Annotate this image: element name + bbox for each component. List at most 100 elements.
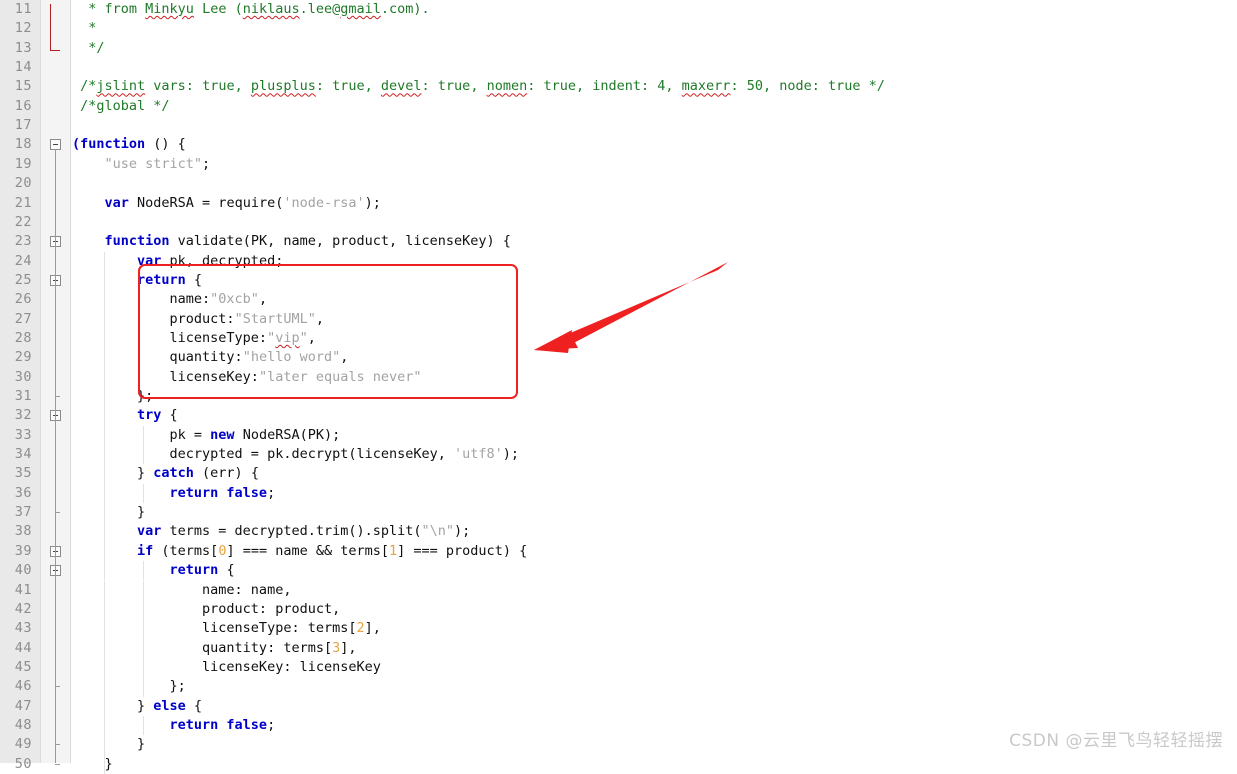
line-number: 31 xyxy=(14,388,32,404)
code-line[interactable]: 39 if (terms[0] === name && terms[1] ===… xyxy=(0,542,1237,561)
code-token: }; xyxy=(72,388,154,404)
code-line[interactable]: 11 * from Minkyu Lee (niklaus.lee@gmail.… xyxy=(0,0,1237,19)
code-token: * xyxy=(72,20,97,37)
code-line[interactable]: 41 name: name, xyxy=(0,581,1237,600)
code-line[interactable]: 37 } xyxy=(0,503,1237,522)
code-editor[interactable]: 11 * from Minkyu Lee (niklaus.lee@gmail.… xyxy=(0,0,1237,774)
code-text: decrypted = pk.decrypt(licenseKey, 'utf8… xyxy=(72,445,520,464)
code-line[interactable]: 25 return { xyxy=(0,271,1237,290)
code-line[interactable]: 42 product: product, xyxy=(0,600,1237,619)
code-lines-container[interactable]: 11 * from Minkyu Lee (niklaus.lee@gmail.… xyxy=(0,0,1237,774)
code-token: new xyxy=(210,426,235,443)
indent-guide xyxy=(143,561,144,581)
indent-guide xyxy=(104,754,105,774)
code-line[interactable]: 50 } xyxy=(0,755,1237,774)
code-token: ; xyxy=(202,155,211,172)
line-number: 19 xyxy=(14,155,32,172)
code-text: }; xyxy=(72,387,153,406)
code-text: if (terms[0] === name && terms[1] === pr… xyxy=(72,542,527,561)
line-number: 13 xyxy=(14,39,32,56)
code-line[interactable]: 31 }; xyxy=(0,387,1237,406)
code-line[interactable]: 24 var pk, decrypted; xyxy=(0,252,1237,271)
code-line[interactable]: 17 xyxy=(0,116,1237,135)
code-line[interactable]: 27 product:"StartUML", xyxy=(0,310,1237,329)
code-line[interactable]: 45 licenseKey: licenseKey xyxy=(0,658,1237,677)
code-line[interactable]: 40 return { xyxy=(0,561,1237,580)
code-token: licenseType: terms[ xyxy=(72,620,357,637)
code-line[interactable]: 19 "use strict"; xyxy=(0,155,1237,174)
code-token: "StartUML" xyxy=(234,310,316,327)
code-text: product: product, xyxy=(72,600,340,619)
code-text: } xyxy=(72,735,145,754)
code-text: licenseKey:"later equals never" xyxy=(72,368,422,387)
indent-guide xyxy=(104,406,105,426)
code-line[interactable]: 22 xyxy=(0,213,1237,232)
code-token: return xyxy=(72,562,219,579)
code-token: ], xyxy=(364,620,381,637)
indent-guide xyxy=(104,599,105,620)
code-token: , xyxy=(340,349,349,366)
code-text: var terms = decrypted.trim().split("\n")… xyxy=(72,522,470,541)
indent-guide xyxy=(143,425,144,446)
line-number: 24 xyxy=(14,252,32,269)
code-text: "use strict"; xyxy=(72,155,211,174)
code-token: (function xyxy=(72,136,146,153)
code-line[interactable]: 20 xyxy=(0,174,1237,193)
code-token: ); xyxy=(502,446,520,463)
code-line[interactable]: 43 licenseType: terms[2], xyxy=(0,619,1237,638)
code-line[interactable]: 29 quantity:"hello word", xyxy=(0,348,1237,367)
code-line[interactable]: 34 decrypted = pk.decrypt(licenseKey, 'u… xyxy=(0,445,1237,464)
code-text: (function () { xyxy=(72,135,186,154)
code-token: (terms[ xyxy=(153,542,219,559)
line-number: 11 xyxy=(14,1,32,17)
code-line[interactable]: 18 (function () { xyxy=(0,135,1237,154)
line-number: 16 xyxy=(14,97,32,114)
code-token: } xyxy=(72,504,146,521)
code-token: 'node-rsa' xyxy=(283,194,365,211)
line-number: 28 xyxy=(14,329,32,346)
line-number: 12 xyxy=(14,20,32,37)
code-line[interactable]: 47 } else { xyxy=(0,697,1237,716)
code-line[interactable]: 32 try { xyxy=(0,406,1237,425)
code-token: nomen xyxy=(486,78,528,95)
code-line[interactable]: 33 pk = new NodeRSA(PK); xyxy=(0,426,1237,445)
code-token: /* xyxy=(72,78,97,95)
code-token: var xyxy=(72,194,129,211)
line-number: 35 xyxy=(14,465,32,482)
code-line[interactable]: 36 return false; xyxy=(0,484,1237,503)
code-line[interactable]: 14 xyxy=(0,58,1237,77)
indent-guide xyxy=(104,735,105,755)
code-line[interactable]: 30 licenseKey:"later equals never" xyxy=(0,368,1237,387)
code-token: 2 xyxy=(356,620,365,637)
code-token: else xyxy=(153,697,186,714)
code-token: licenseKey: xyxy=(72,368,259,385)
indent-guide xyxy=(104,251,105,271)
code-line[interactable]: 21 var NodeRSA = require('node-rsa'); xyxy=(0,194,1237,213)
code-text: /*global */ xyxy=(72,97,169,116)
code-line[interactable]: 38 var terms = decrypted.trim().split("\… xyxy=(0,522,1237,541)
indent-guide xyxy=(104,290,105,310)
code-line[interactable]: 16 /*global */ xyxy=(0,97,1237,116)
code-line[interactable]: 23 function validate(PK, name, product, … xyxy=(0,232,1237,251)
code-token: ] === product) { xyxy=(397,542,528,559)
code-token: pk, decrypted; xyxy=(161,252,284,269)
code-token: "later equals never" xyxy=(258,368,422,385)
code-line[interactable]: 35 } catch (err) { xyxy=(0,464,1237,483)
line-number: 14 xyxy=(14,59,32,76)
indent-guide xyxy=(104,309,105,329)
code-line[interactable]: 15 /*jslint vars: true, plusplus: true, … xyxy=(0,77,1237,96)
code-line[interactable]: 12 * xyxy=(0,19,1237,38)
code-token: var xyxy=(72,252,162,269)
code-token: } xyxy=(72,465,154,482)
code-token: } xyxy=(72,697,154,714)
code-line[interactable]: 28 licenseType:"vip", xyxy=(0,329,1237,348)
code-line[interactable]: 26 name:"0xcb", xyxy=(0,290,1237,309)
code-line[interactable]: 13 */ xyxy=(0,39,1237,58)
indent-guide xyxy=(104,483,105,504)
indent-guide xyxy=(143,638,144,658)
code-line[interactable]: 44 quantity: terms[3], xyxy=(0,639,1237,658)
indent-guide xyxy=(104,657,105,678)
code-line[interactable]: 46 }; xyxy=(0,677,1237,696)
code-token: }; xyxy=(72,678,186,695)
line-number: 41 xyxy=(14,581,32,598)
